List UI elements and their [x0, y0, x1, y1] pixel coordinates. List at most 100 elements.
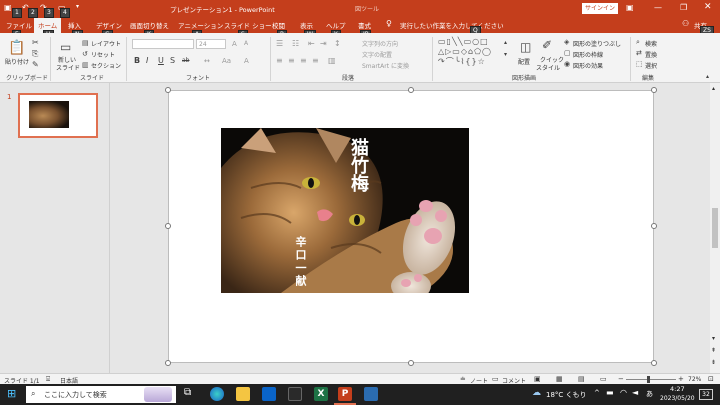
tab-view[interactable]: 表示: [300, 20, 313, 30]
shrink-font-icon[interactable]: A: [244, 40, 248, 48]
zoom-slider-thumb[interactable]: [647, 376, 651, 383]
new-slide-icon[interactable]: ▭: [60, 41, 71, 53]
copy-icon[interactable]: ⎘: [32, 50, 38, 58]
scroll-down-icon[interactable]: ▾: [712, 335, 715, 342]
photos-icon[interactable]: [364, 387, 378, 401]
justify-icon[interactable]: ≡: [312, 57, 319, 65]
align-right-icon[interactable]: ≡: [300, 57, 307, 65]
shapes-gallery-more-icon[interactable]: ▾: [504, 51, 507, 59]
columns-icon[interactable]: ▥: [328, 57, 336, 65]
grow-font-icon[interactable]: A: [232, 40, 237, 48]
slide-thumbnail[interactable]: [18, 93, 98, 138]
font-color-icon[interactable]: A: [244, 57, 249, 65]
collapse-ribbon-icon[interactable]: ▴: [706, 73, 709, 81]
select-button[interactable]: 選択: [645, 61, 657, 70]
tell-me-input[interactable]: 実行したい作業を入力してください: [400, 20, 504, 30]
increase-indent-icon[interactable]: ⇥: [320, 40, 327, 48]
shape-outline-button[interactable]: 図形の枠線: [573, 50, 603, 59]
resize-handle-bottom[interactable]: [408, 360, 414, 366]
resize-handle-bottom-right[interactable]: [651, 360, 657, 366]
paste-icon[interactable]: 📋: [8, 41, 25, 55]
previous-slide-icon[interactable]: ⇞: [711, 347, 716, 354]
shape-fill-button[interactable]: 図形の塗りつぶし: [573, 39, 621, 48]
network-icon[interactable]: ▬: [606, 388, 614, 397]
text-direction-button[interactable]: 文字列の方向: [362, 39, 398, 48]
tab-review[interactable]: 校閲: [272, 20, 285, 30]
fit-slide-icon[interactable]: ⊡: [708, 375, 714, 383]
decrease-indent-icon[interactable]: ⇤: [308, 40, 315, 48]
tray-overflow-icon[interactable]: ^: [594, 389, 600, 397]
tab-design[interactable]: デザイン: [96, 20, 122, 30]
slide-text-top[interactable]: 猫竹梅: [348, 138, 369, 192]
resize-handle-left[interactable]: [165, 223, 171, 229]
tab-animations[interactable]: アニメーション: [178, 20, 223, 30]
layout-button[interactable]: レイアウト: [91, 39, 121, 48]
next-slide-icon[interactable]: ⇟: [711, 359, 716, 366]
zoom-out-icon[interactable]: −: [618, 375, 624, 383]
shape-effects-button[interactable]: 図形の効果: [573, 61, 603, 70]
excel-icon[interactable]: X: [314, 387, 328, 401]
close-icon[interactable]: ✕: [704, 2, 712, 12]
font-name-combo[interactable]: [132, 39, 194, 49]
reading-view-icon[interactable]: ▤: [578, 375, 585, 383]
share-icon[interactable]: ⚇: [682, 19, 689, 28]
arrange-button[interactable]: 配置: [518, 57, 530, 66]
resize-handle-top[interactable]: [408, 87, 414, 93]
numbering-icon[interactable]: ☷: [292, 40, 299, 48]
zoom-slider[interactable]: [626, 376, 676, 383]
clock-time[interactable]: 4:27: [670, 385, 685, 393]
edge-icon[interactable]: [210, 387, 224, 401]
bold-button[interactable]: B: [134, 57, 140, 65]
file-explorer-icon[interactable]: [236, 387, 250, 401]
store-icon[interactable]: [288, 387, 302, 401]
wifi-icon[interactable]: ◠: [620, 388, 627, 397]
windows-start-icon[interactable]: ⊞: [7, 387, 16, 400]
bullets-icon[interactable]: ☰: [276, 40, 283, 48]
resize-handle-top-right[interactable]: [651, 87, 657, 93]
new-slide-button-line2[interactable]: スライド: [56, 63, 80, 72]
normal-view-icon[interactable]: ▣: [534, 375, 541, 383]
slide-text-bottom[interactable]: 辛口一献: [294, 236, 307, 288]
scroll-up-icon[interactable]: ▴: [712, 85, 715, 92]
align-left-icon[interactable]: ≡: [276, 57, 283, 65]
signin-button[interactable]: サインイン: [582, 3, 618, 14]
minimize-icon[interactable]: —: [654, 3, 662, 12]
align-text-button[interactable]: 文字の配置: [362, 50, 392, 59]
save-icon[interactable]: ▣: [4, 3, 12, 12]
paste-button[interactable]: 貼り付け: [5, 57, 29, 66]
cut-icon[interactable]: ✂: [32, 39, 39, 47]
vertical-scrollbar[interactable]: ▴ ▾ ⇞ ⇟: [710, 83, 720, 373]
shapes-gallery-scroll-icon[interactable]: ▴: [504, 39, 507, 47]
weather-text[interactable]: 18°C くもり: [546, 390, 587, 400]
change-case-icon[interactable]: Aa: [222, 57, 231, 65]
qat-customize-icon[interactable]: ▾: [76, 3, 79, 10]
align-center-icon[interactable]: ≡: [288, 57, 295, 65]
resize-handle-right[interactable]: [651, 223, 657, 229]
font-size-combo[interactable]: 24: [196, 39, 226, 49]
tab-transitions[interactable]: 画面切り替え: [130, 20, 169, 30]
accessibility-icon[interactable]: ⍌: [46, 375, 50, 384]
notification-badge[interactable]: 32: [699, 389, 713, 400]
powerpoint-icon[interactable]: P: [338, 387, 352, 401]
find-button[interactable]: 検索: [645, 39, 657, 48]
quick-style-button-line2[interactable]: スタイル: [536, 63, 560, 72]
slideshow-view-icon[interactable]: ▭: [600, 375, 607, 383]
strikethrough-button[interactable]: ab: [182, 57, 190, 65]
smartart-button[interactable]: SmartArt に変換: [362, 61, 409, 70]
shadow-button[interactable]: S: [170, 57, 175, 65]
resize-handle-bottom-left[interactable]: [165, 360, 171, 366]
underline-button[interactable]: U: [158, 57, 164, 65]
tab-slideshow[interactable]: スライド ショー: [224, 20, 272, 30]
format-painter-icon[interactable]: ✎: [32, 61, 39, 69]
char-spacing-icon[interactable]: ↔: [204, 57, 210, 65]
quick-style-icon[interactable]: ✐: [542, 39, 552, 51]
tab-help[interactable]: ヘルプ: [326, 20, 346, 30]
clock-date[interactable]: 2023/05/20: [660, 395, 695, 402]
scroll-thumb[interactable]: [712, 208, 718, 248]
tab-format[interactable]: 書式: [358, 20, 371, 30]
italic-button[interactable]: I: [146, 57, 148, 65]
arrange-icon[interactable]: ◫: [520, 41, 531, 53]
ime-indicator[interactable]: あ: [646, 389, 653, 399]
task-view-icon[interactable]: ⧉: [184, 387, 198, 401]
zoom-level[interactable]: 72%: [688, 376, 701, 383]
